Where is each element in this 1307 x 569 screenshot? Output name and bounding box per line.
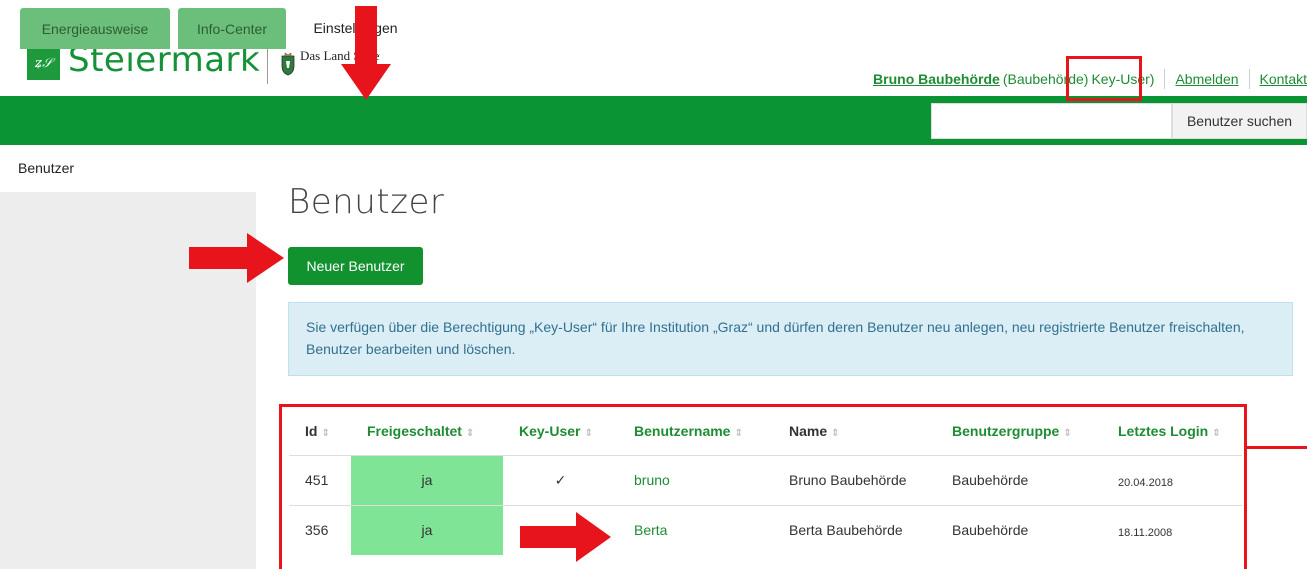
user-search-button[interactable]: Benutzer suchen xyxy=(1172,103,1307,139)
annotation-box-table xyxy=(279,404,1247,569)
logout-link[interactable]: Abmelden xyxy=(1175,71,1238,87)
annotation-line xyxy=(1247,446,1307,449)
sidebar-item-benutzer[interactable]: Benutzer xyxy=(0,145,256,192)
steiermark-logo-icon[interactable]: ʑ𝒮 xyxy=(27,47,60,80)
annotation-arrow-right-icon xyxy=(189,233,284,283)
page-title: Benutzer xyxy=(288,182,445,222)
sidebar: Benutzer xyxy=(0,145,256,569)
info-alert: Sie verfügen über die Berechtigung „Key-… xyxy=(288,302,1293,376)
new-user-button[interactable]: Neuer Benutzer xyxy=(288,247,423,285)
tab-info-center[interactable]: Info-Center xyxy=(178,8,286,49)
annotation-box-key-user xyxy=(1066,56,1142,101)
user-search-input[interactable] xyxy=(931,103,1172,139)
divider xyxy=(1164,69,1166,89)
tab-energieausweise[interactable]: Energieausweise xyxy=(20,8,170,49)
contact-link[interactable]: Kontakt xyxy=(1260,71,1307,87)
brand-divider xyxy=(267,44,268,84)
divider xyxy=(1248,69,1250,89)
annotation-arrow-down-icon xyxy=(341,6,391,100)
crest-icon xyxy=(281,52,295,76)
user-name-link[interactable]: Bruno Baubehörde xyxy=(873,71,1000,87)
annotation-arrow-right-icon xyxy=(520,512,611,562)
